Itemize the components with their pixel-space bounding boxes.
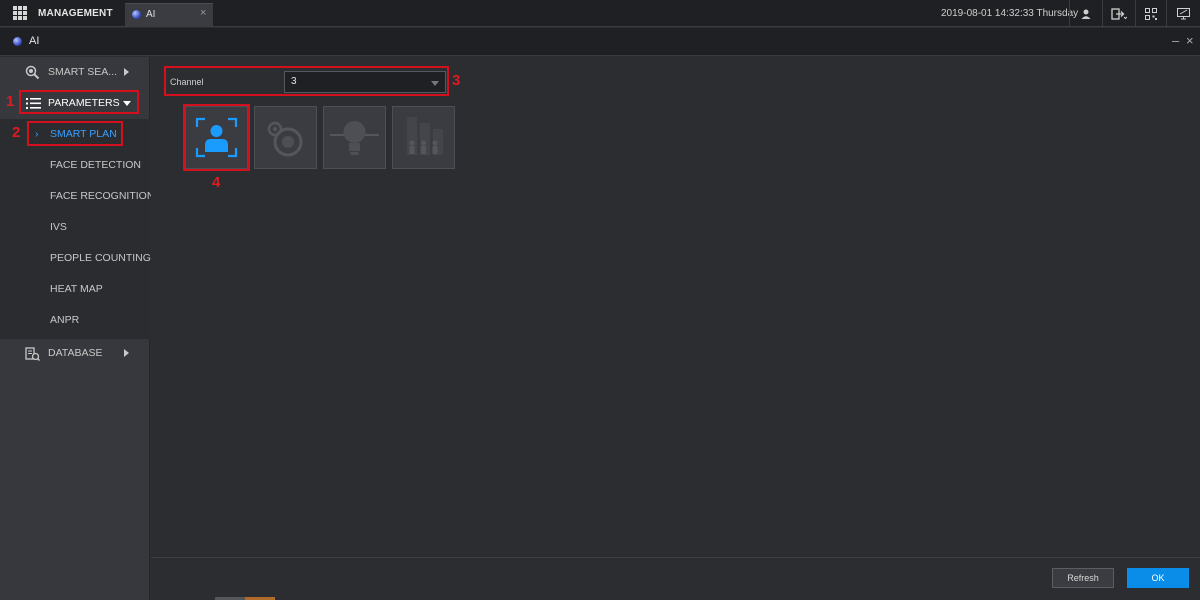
management-label[interactable]: MANAGEMENT xyxy=(38,8,113,19)
lightbulb-tile[interactable] xyxy=(323,106,386,169)
annotation-number: 3 xyxy=(452,72,461,89)
minimize-button[interactable]: – xyxy=(1172,33,1179,48)
sidebar-item-heat-map[interactable]: HEAT MAP xyxy=(0,274,150,304)
ok-button[interactable]: OK xyxy=(1127,568,1189,588)
highlight-box-smart-plan xyxy=(27,121,123,146)
sidebar-item-label: ANPR xyxy=(50,314,80,326)
sidebar-item-label: HEAT MAP xyxy=(50,283,103,295)
highlight-box-parameters xyxy=(19,90,139,114)
tab-ai-label: AI xyxy=(146,9,156,20)
smart-search-icon xyxy=(25,65,40,80)
monitor-icon xyxy=(1177,8,1190,20)
chevron-right-icon xyxy=(124,68,129,76)
annotation-number: 1 xyxy=(6,93,15,110)
tab-close-icon[interactable]: × xyxy=(200,7,206,19)
chevron-right-icon xyxy=(124,349,129,357)
tab-ai[interactable]: AI × xyxy=(125,3,213,27)
refresh-button[interactable]: Refresh xyxy=(1052,568,1114,588)
logout-icon xyxy=(1111,8,1128,20)
sidebar-item-face-recognition[interactable]: FACE RECOGNITION xyxy=(0,181,154,211)
user-icon xyxy=(1081,9,1091,19)
logout-button[interactable] xyxy=(1102,0,1135,27)
sidebar-item-ivs[interactable]: IVS xyxy=(0,212,150,242)
parameters-submenu: › SMART PLAN FACE DETECTION FACE RECOGNI… xyxy=(0,119,154,339)
monitor-button[interactable] xyxy=(1166,0,1200,27)
qr-code-icon xyxy=(1145,8,1157,20)
sidebar-item-label: DATABASE xyxy=(48,347,103,359)
sidebar-item-label: FACE DETECTION xyxy=(50,159,142,171)
sidebar-item-database[interactable]: DATABASE xyxy=(0,338,150,368)
highlight-box-channel xyxy=(164,66,449,96)
sidebar-item-face-detection[interactable]: FACE DETECTION xyxy=(0,150,150,180)
target-icon xyxy=(267,121,303,157)
sidebar-item-label: FACE RECOGNITION xyxy=(50,190,155,202)
window-title-bar: AI – × xyxy=(0,28,1200,56)
people-counting-tile[interactable] xyxy=(392,106,455,169)
user-button[interactable] xyxy=(1069,0,1102,27)
sidebar-item-people-counting[interactable]: PEOPLE COUNTING xyxy=(0,243,151,273)
window-title: AI xyxy=(29,35,40,47)
sidebar-item-smart-search[interactable]: SMART SEA... xyxy=(0,57,150,87)
annotation-number: 4 xyxy=(212,174,221,191)
qr-button[interactable] xyxy=(1135,0,1166,27)
target-tile[interactable] xyxy=(254,106,317,169)
highlight-box-tile xyxy=(183,104,250,171)
close-button[interactable]: × xyxy=(1186,33,1194,48)
ai-globe-icon xyxy=(132,10,141,19)
footer-bar xyxy=(151,557,1200,600)
people-counting-icon xyxy=(407,117,443,155)
sidebar-item-label: IVS xyxy=(50,221,67,233)
sidebar-item-label: PEOPLE COUNTING xyxy=(50,252,151,264)
top-bar: MANAGEMENT AI × 2019-08-01 14:32:33 Thur… xyxy=(0,0,1200,27)
datetime-display: 2019-08-01 14:32:33 Thursday xyxy=(941,8,1079,19)
sidebar-item-anpr[interactable]: ANPR xyxy=(0,305,150,335)
annotation-number: 2 xyxy=(12,124,21,141)
ai-globe-icon xyxy=(13,37,22,46)
sidebar-item-label: SMART SEA... xyxy=(48,66,118,78)
database-icon xyxy=(25,347,40,361)
grid-menu-icon[interactable] xyxy=(13,6,27,20)
lightbulb-icon xyxy=(330,121,379,155)
